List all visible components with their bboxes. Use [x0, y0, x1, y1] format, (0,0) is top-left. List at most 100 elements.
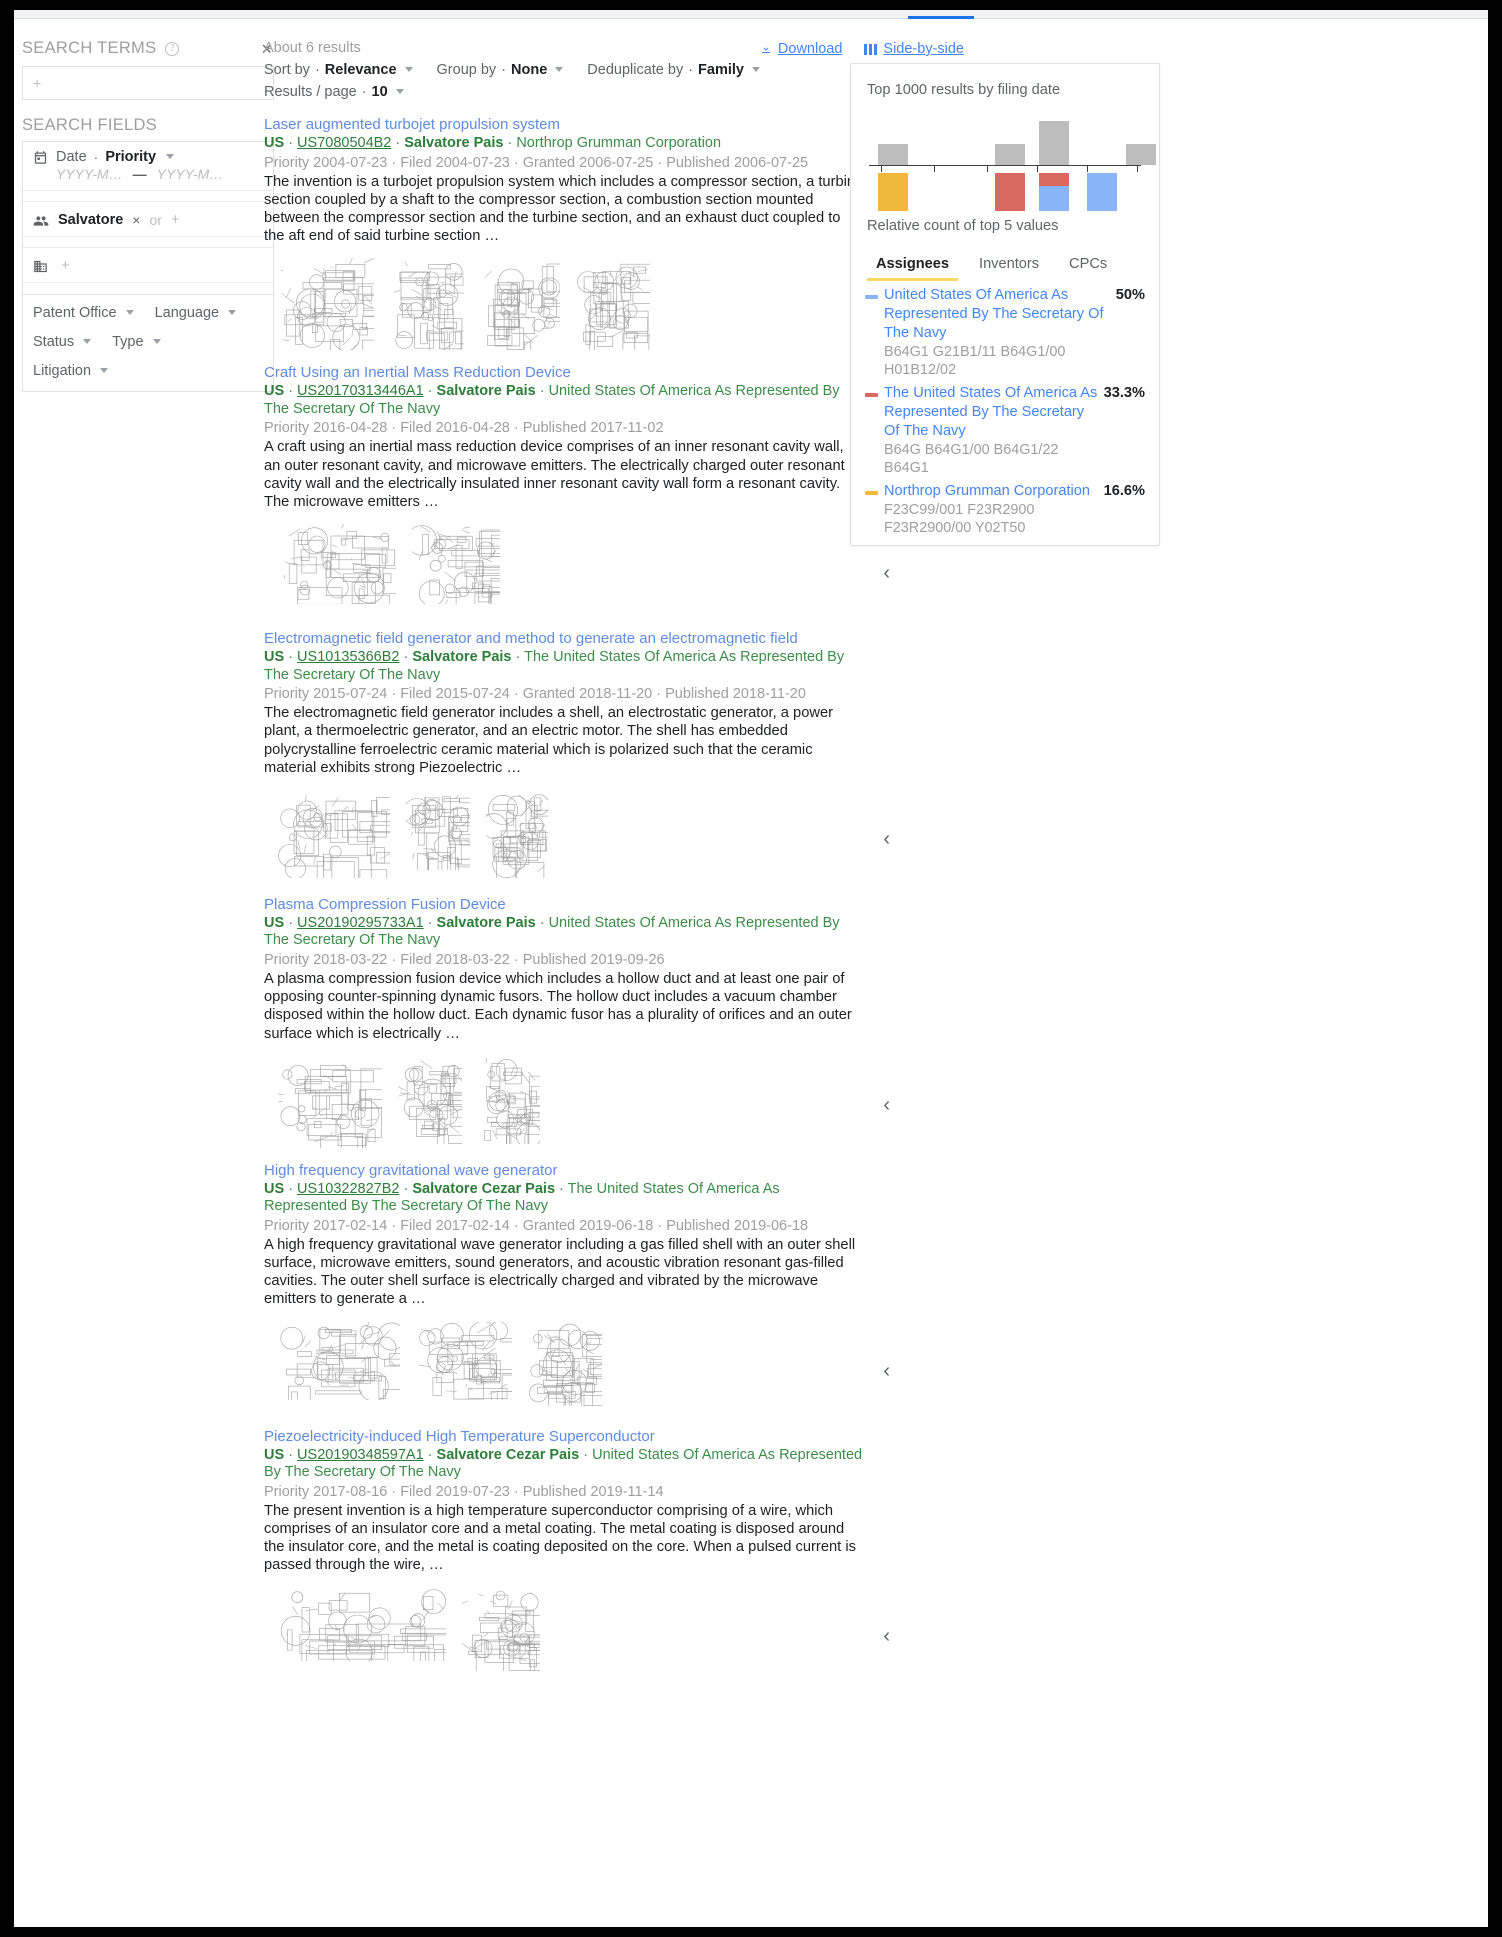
result-patent-number[interactable]: US10322827B2	[297, 1181, 399, 1197]
patent-figure-thumbnail[interactable]	[278, 790, 390, 883]
deduplicate-value[interactable]: Family	[698, 62, 744, 78]
patent-figure-thumbnail[interactable]	[278, 1322, 400, 1405]
patent-figure-thumbnail[interactable]	[480, 258, 560, 355]
previous-figure-icon[interactable]: ‹	[883, 562, 890, 585]
previous-figure-icon[interactable]: ‹	[883, 828, 890, 851]
result-patent-number[interactable]: US20190348597A1	[297, 1447, 424, 1463]
per-page-value[interactable]: 10	[372, 84, 388, 100]
previous-figure-icon[interactable]: ‹	[883, 1625, 890, 1648]
people-icon	[33, 213, 49, 227]
filter-language[interactable]: Language	[155, 305, 220, 321]
chevron-down-icon[interactable]	[126, 310, 134, 315]
patent-figure-thumbnail[interactable]	[278, 524, 396, 609]
patent-figure-thumbnail[interactable]	[462, 1587, 540, 1676]
chevron-down-icon[interactable]	[752, 67, 760, 72]
result-title[interactable]: Plasma Compression Fusion Device	[264, 895, 864, 914]
filter-type[interactable]: Type	[112, 334, 143, 350]
filters-line-1: Patent Office Language	[33, 305, 263, 321]
chevron-down-icon[interactable]	[555, 67, 563, 72]
panel-tab-assignees[interactable]: Assignees	[861, 250, 964, 281]
chevron-down-icon[interactable]	[228, 310, 236, 315]
result-country: US	[264, 135, 284, 151]
result-title[interactable]: High frequency gravitational wave genera…	[264, 1161, 864, 1180]
deduplicate-label: Deduplicate by	[587, 62, 683, 78]
result-meta: US · US7080504B2 · Salvatore Pais · Nort…	[264, 135, 864, 153]
filter-patent-office[interactable]: Patent Office	[33, 305, 117, 321]
result-title[interactable]: Piezoelectricity-induced High Temperatur…	[264, 1427, 864, 1446]
result-title[interactable]: Craft Using an Inertial Mass Reduction D…	[264, 363, 864, 382]
download-button[interactable]: Download	[760, 41, 843, 57]
patent-figure-thumbnail[interactable]	[390, 258, 464, 355]
result-title[interactable]: Laser augmented turbojet propulsion syst…	[264, 115, 864, 134]
result-meta: US · US20190295733A1 · Salvatore Pais · …	[264, 915, 864, 950]
filter-status[interactable]: Status	[33, 334, 74, 350]
result-patent-number[interactable]: US7080504B2	[297, 135, 391, 151]
help-circle-icon[interactable]: ?	[165, 42, 179, 56]
assignee-name[interactable]: Northrop Grumman Corporation	[884, 483, 1090, 499]
chevron-down-icon[interactable]	[405, 67, 413, 72]
side-by-side-button[interactable]: Side-by-side	[864, 41, 964, 57]
date-from-input[interactable]: YYYY-M…	[56, 166, 123, 182]
filing-date-bar	[1126, 144, 1156, 165]
dot-separator: ·	[501, 62, 506, 78]
chevron-down-icon[interactable]	[166, 154, 174, 159]
inventor-chip-value[interactable]: Salvatore	[58, 212, 123, 228]
sort-by-value[interactable]: Relevance	[325, 62, 397, 78]
chart-title: Top 1000 results by filing date	[851, 64, 1159, 98]
result-patent-number[interactable]: US10135366B2	[297, 649, 399, 665]
patent-figure-thumbnail[interactable]	[416, 1322, 512, 1405]
result-patent-number[interactable]: US20190295733A1	[297, 915, 424, 931]
patent-figure-thumbnail[interactable]	[406, 790, 470, 875]
download-label: Download	[778, 41, 843, 57]
result-inventor[interactable]: Salvatore Cezar Pais	[412, 1181, 555, 1197]
patent-figure-thumbnail[interactable]	[528, 1322, 602, 1411]
patent-figure-thumbnail[interactable]	[486, 790, 548, 883]
result-title[interactable]: Electromagnetic field generator and meth…	[264, 629, 864, 648]
chevron-down-icon[interactable]	[83, 339, 91, 344]
add-search-term-input[interactable]: +	[23, 67, 273, 99]
result-inventor[interactable]: Salvatore Pais	[412, 649, 511, 665]
result-assignee[interactable]: Northrop Grumman Corporation	[516, 135, 721, 151]
calendar-icon	[33, 150, 49, 164]
result-inventor[interactable]: Salvatore Pais	[437, 383, 536, 399]
previous-figure-icon[interactable]: ‹	[883, 1094, 890, 1117]
panel-tab-inventors[interactable]: Inventors	[964, 250, 1054, 281]
date-to-input[interactable]: YYYY-M…	[157, 166, 224, 182]
result-country: US	[264, 649, 284, 665]
search-sidebar: SEARCH TERMS ? × + SEARCH FIELDS Date · …	[14, 19, 290, 479]
chevron-down-icon[interactable]	[396, 89, 404, 94]
result-item: Craft Using an Inertial Mass Reduction D…	[264, 354, 864, 620]
patent-figure-thumbnail[interactable]	[576, 258, 650, 355]
panel-tab-cpcs[interactable]: CPCs	[1054, 250, 1122, 281]
field-divider	[23, 190, 273, 202]
filter-litigation[interactable]: Litigation	[33, 363, 91, 379]
result-patent-number[interactable]: US20170313446A1	[297, 383, 424, 399]
browser-chrome-strip	[14, 10, 1488, 19]
result-item: Plasma Compression Fusion Device US · US…	[264, 886, 864, 1152]
chevron-down-icon[interactable]	[153, 339, 161, 344]
sort-by-label: Sort by	[264, 62, 310, 78]
result-inventor[interactable]: Salvatore Pais	[437, 915, 536, 931]
date-type-value[interactable]: Priority	[105, 149, 156, 165]
previous-figure-icon[interactable]: ‹	[883, 1360, 890, 1383]
assignee-name[interactable]: United States Of America As Represented …	[884, 287, 1104, 341]
patent-figure-thumbnail[interactable]	[278, 258, 374, 355]
chevron-down-icon[interactable]	[100, 368, 108, 373]
patent-figure-thumbnail[interactable]	[278, 1587, 446, 1666]
patent-figure-thumbnail[interactable]	[478, 1056, 540, 1149]
result-abstract: A plasma compression fusion device which…	[264, 970, 864, 1043]
group-by-value[interactable]: None	[511, 62, 547, 78]
patent-figure-thumbnail[interactable]	[398, 1056, 462, 1149]
result-inventor[interactable]: Salvatore Cezar Pais	[437, 1447, 580, 1463]
result-dates: Priority 2018-03-22 · Filed 2018-03-22 ·…	[264, 951, 864, 969]
assignee-add-icon[interactable]: +	[61, 257, 70, 274]
browser-viewport: SEARCH TERMS ? × + SEARCH FIELDS Date · …	[14, 10, 1488, 1927]
filters-group: Patent Office Language Status Type Litig…	[22, 295, 274, 392]
assignee-row: The United States Of America As Represen…	[851, 379, 1159, 477]
patent-figure-thumbnail[interactable]	[278, 1056, 382, 1153]
inventor-chip-remove-icon[interactable]: ×	[132, 212, 140, 228]
assignee-name[interactable]: The United States Of America As Represen…	[884, 385, 1097, 439]
result-inventor[interactable]: Salvatore Pais	[404, 135, 503, 151]
inventor-add-icon[interactable]: +	[171, 211, 180, 228]
patent-figure-thumbnail[interactable]	[412, 524, 500, 609]
